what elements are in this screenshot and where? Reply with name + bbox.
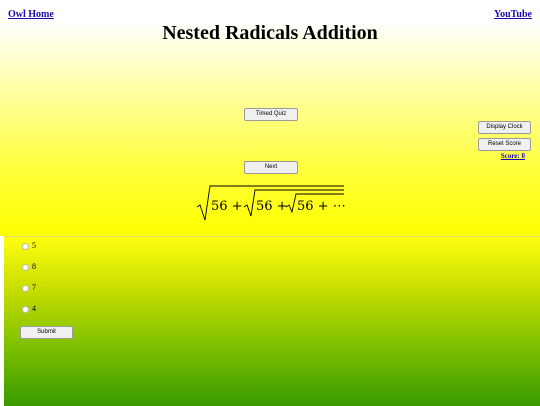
reset-score-button[interactable]: Reset Score — [478, 138, 531, 151]
option-label: 7 — [32, 283, 36, 292]
youtube-link[interactable]: YouTube — [494, 9, 532, 20]
radio-button[interactable] — [22, 242, 29, 250]
answer-option[interactable]: 4 — [22, 304, 36, 314]
timed-quiz-button[interactable]: Timed Quiz — [244, 108, 298, 121]
inner-term: 56 + ⋯ — [297, 199, 346, 214]
option-label: 5 — [32, 241, 36, 250]
score-label: Score: — [500, 152, 520, 160]
radio-button[interactable] — [22, 305, 29, 313]
answer-option[interactable]: 8 — [22, 262, 36, 272]
radio-button[interactable] — [22, 284, 29, 292]
radio-button[interactable] — [22, 263, 29, 271]
nested-radical-expression: 56 + 56 + 56 + ⋯ — [196, 185, 346, 221]
answer-area — [4, 236, 540, 406]
display-clock-button[interactable]: Display Clock — [478, 121, 531, 134]
score-value: 0 — [521, 152, 526, 160]
option-label: 8 — [32, 262, 36, 271]
next-button[interactable]: Next — [244, 161, 298, 174]
submit-button[interactable]: Submit — [20, 326, 73, 339]
owl-home-link[interactable]: Owl Home — [8, 9, 54, 20]
score-display: Score: 0 — [501, 152, 525, 160]
page-title: Nested Radicals Addition — [162, 22, 378, 44]
outer-term: 56 + — [211, 199, 243, 214]
middle-term: 56 + — [256, 199, 288, 214]
answer-option[interactable]: 5 — [22, 241, 36, 251]
option-label: 4 — [32, 304, 36, 313]
answer-option[interactable]: 7 — [22, 283, 36, 293]
